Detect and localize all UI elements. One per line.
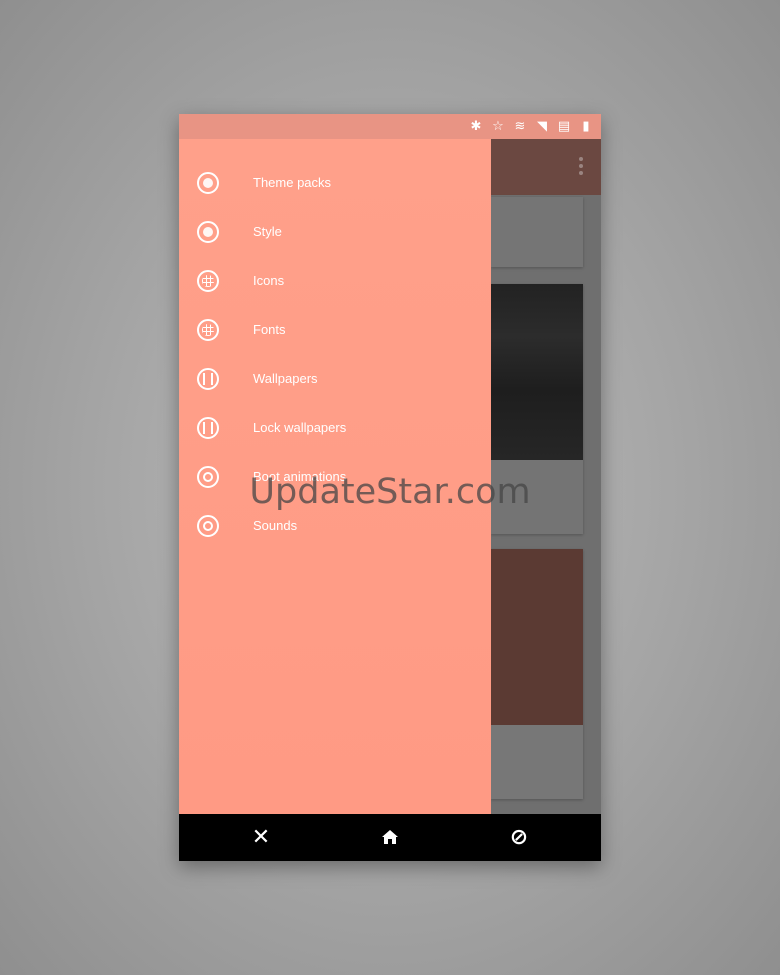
signal-icon: ◥ [537, 119, 547, 134]
overflow-menu-icon[interactable] [579, 157, 583, 175]
theme-packs-icon [197, 172, 219, 194]
drawer-item-label: Wallpapers [253, 371, 318, 386]
watermark: UpdateStar.com [249, 472, 531, 512]
card-image [491, 284, 583, 460]
home-icon[interactable] [370, 814, 410, 861]
style-icon [197, 221, 219, 243]
drawer-item-label: Lock wallpapers [253, 420, 347, 435]
content-card[interactable] [491, 549, 583, 799]
drawer-item-label: Icons [253, 273, 285, 288]
drawer-item-fonts[interactable]: Fonts [179, 306, 491, 355]
navigation-bar: ✕ ⊘ [179, 814, 601, 861]
icons-icon [197, 270, 219, 292]
drawer-item-icons[interactable]: Icons [179, 257, 491, 306]
battery-icon: ▮ [582, 119, 590, 134]
star-icon: ☆ [492, 119, 504, 134]
card-image [491, 549, 583, 725]
close-icon[interactable]: ✕ [241, 814, 281, 861]
fonts-icon [197, 319, 219, 341]
wallpapers-icon [197, 368, 219, 390]
sounds-icon [197, 515, 219, 537]
drawer-item-theme-packs[interactable]: Theme packs [179, 159, 491, 208]
app-toolbar [491, 139, 601, 195]
battery-saver-icon: ▤ [557, 119, 571, 134]
drawer-item-wallpapers[interactable]: Wallpapers [179, 355, 491, 404]
drawer-item-style[interactable]: Style [179, 208, 491, 257]
vibrate-icon: ≋ [514, 119, 526, 134]
status-icons: ✱ ☆ ≋ ◥ ▤ ▮ [469, 118, 593, 135]
drawer-item-label: Theme packs [253, 175, 332, 190]
content-card[interactable] [491, 197, 583, 267]
drawer-item-label: Style [253, 224, 282, 239]
recents-icon[interactable]: ⊘ [499, 814, 539, 861]
drawer-item-lock-wallpapers[interactable]: Lock wallpapers [179, 404, 491, 453]
drawer-item-label: Fonts [253, 322, 286, 337]
bluetooth-icon: ✱ [470, 119, 482, 134]
status-bar: ✱ ☆ ≋ ◥ ▤ ▮ [179, 114, 601, 139]
lock-wallpapers-icon [197, 417, 219, 439]
drawer-item-label: Sounds [253, 518, 298, 533]
